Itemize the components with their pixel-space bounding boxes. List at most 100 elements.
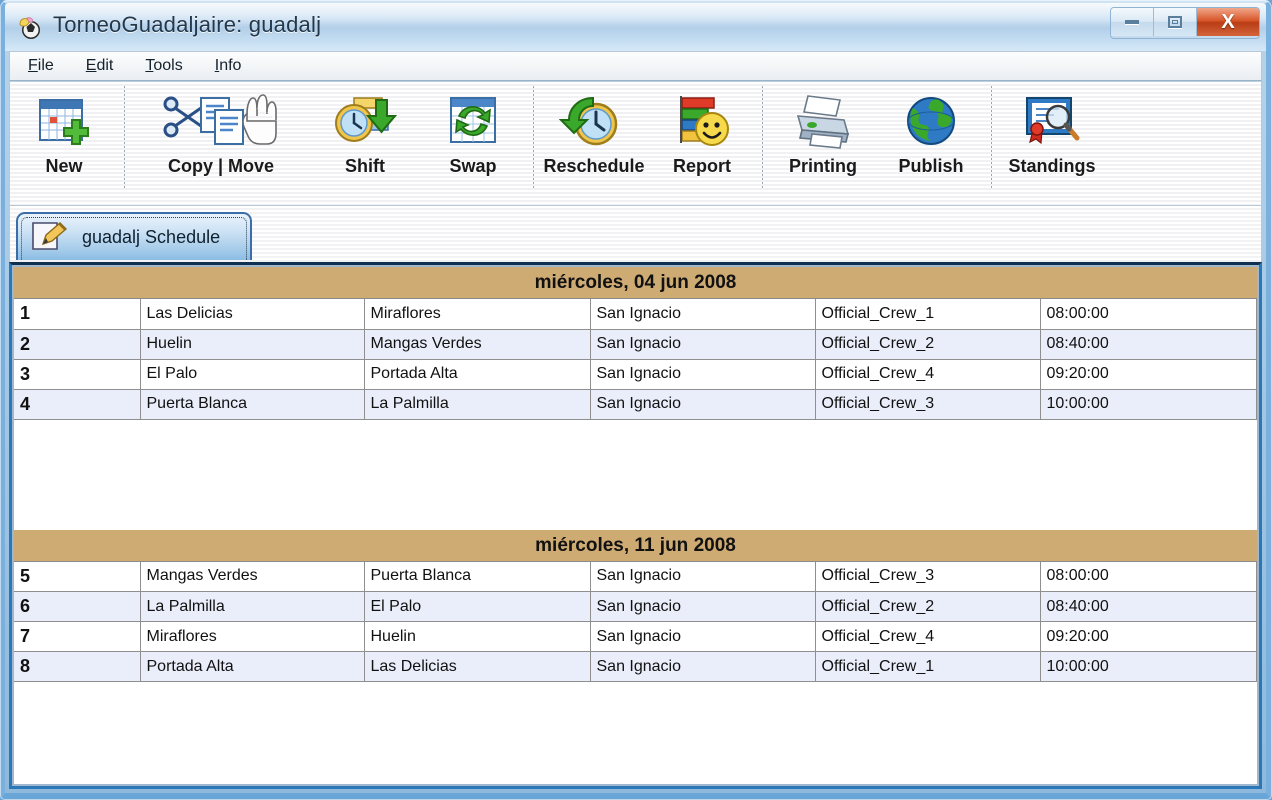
cell-home: Portada Alta [140,651,365,682]
menu-item-tools[interactable]: Tools [131,54,196,78]
toolbar-separator [762,86,763,190]
calendar-plus-icon [32,86,96,158]
cell-crew: Official_Crew_3 [815,389,1041,420]
cell-venue: San Ignacio [590,359,816,390]
cell-away: Miraflores [364,299,591,330]
cell-number: 3 [14,359,141,390]
schedule-group: miércoles, 04 jun 2008 1 Las Delicias Mi… [14,267,1257,530]
cell-crew: Official_Crew_4 [815,621,1041,652]
toolbar-separator [533,86,534,190]
cell-home: Mangas Verdes [140,561,365,592]
scissors-documents-hand-icon [161,86,281,158]
cell-crew: Official_Crew_2 [815,329,1041,360]
cell-away: La Palmilla [364,389,591,420]
cell-away: El Palo [364,591,591,622]
close-button[interactable]: X [1197,8,1259,36]
minimize-button[interactable] [1111,8,1154,36]
close-icon: X [1221,11,1235,33]
table-row[interactable]: 6 La Palmilla El Palo San Ignacio Offici… [14,591,1257,622]
toolbar-button-shift[interactable]: Shift [311,86,419,190]
window-title: TorneoGuadaljaire: guadalj [53,12,322,37]
pencil-edit-icon [30,220,70,254]
toolbar-button-standings[interactable]: Standings [998,86,1106,190]
cell-away: Puerta Blanca [364,561,591,592]
toolbar-button-printing[interactable]: Printing [769,86,877,190]
tab-strip: guadalj Schedule [9,206,1262,262]
cell-number: 1 [14,299,141,330]
cell-time: 08:40:00 [1040,591,1257,622]
table-row[interactable]: 2 Huelin Mangas Verdes San Ignacio Offic… [14,329,1257,360]
caption-buttons: X [1110,7,1260,39]
menu-item-info-rest: nfo [219,57,242,74]
menu-item-file-rest: ile [37,57,54,74]
cell-crew: Official_Crew_3 [815,561,1041,592]
minimize-icon [1125,20,1139,24]
title-bar[interactable]: TorneoGuadaljaire: guadalj X [5,3,1266,51]
cell-venue: San Ignacio [590,621,816,652]
menu-bar: File Edit Tools Info [9,51,1262,81]
cell-time: 08:00:00 [1040,299,1257,330]
schedule-table: 5 Mangas Verdes Puerta Blanca San Ignaci… [14,561,1257,682]
cell-venue: San Ignacio [590,389,816,420]
toolbar-label-publish: Publish [898,156,964,176]
cell-home: La Palmilla [140,591,365,622]
toolbar-label-shift: Shift [345,156,385,176]
menu-item-info[interactable]: Info [201,54,256,78]
table-row[interactable]: 7 Miraflores Huelin San Ignacio Official… [14,621,1257,652]
cell-home: Las Delicias [140,299,365,330]
cell-time: 08:40:00 [1040,329,1257,360]
tab-guadalj-schedule[interactable]: guadalj Schedule [16,212,252,260]
toolbar-button-new[interactable]: New [10,86,118,190]
table-row[interactable]: 3 El Palo Portada Alta San Ignacio Offic… [14,359,1257,390]
cell-time: 09:20:00 [1040,621,1257,652]
maximize-button[interactable] [1154,8,1197,36]
table-row[interactable]: 1 Las Delicias Miraflores San Ignacio Of… [14,299,1257,330]
cell-number: 4 [14,389,141,420]
cell-home: El Palo [140,359,365,390]
cell-away: Huelin [364,621,591,652]
cell-time: 08:00:00 [1040,561,1257,592]
toolbar-button-reschedule[interactable]: Reschedule [540,86,648,190]
cell-venue: San Ignacio [590,561,816,592]
toolbar-button-report[interactable]: Report [648,86,756,190]
toolbar-button-copy-move[interactable]: Copy | Move [131,86,311,190]
cell-away: Mangas Verdes [364,329,591,360]
schedule-group: miércoles, 11 jun 2008 5 Mangas Verdes P… [14,529,1257,784]
schedule-scroll-area[interactable]: miércoles, 04 jun 2008 1 Las Delicias Mi… [12,265,1259,786]
cell-home: Miraflores [140,621,365,652]
menu-item-file[interactable]: File [14,54,68,78]
toolbar-separator [991,86,992,190]
printer-icon [788,86,858,158]
table-row[interactable]: 8 Portada Alta Las Delicias San Ignacio … [14,651,1257,682]
app-ball-icon [17,15,43,41]
cell-number: 5 [14,561,141,592]
group-spacer [14,419,1257,530]
toolbar-separator [124,86,125,190]
toolbar-button-swap[interactable]: Swap [419,86,527,190]
cell-home: Huelin [140,329,365,360]
schedule-table: 1 Las Delicias Miraflores San Ignacio Of… [14,299,1257,420]
maximize-icon [1168,16,1182,28]
application-window: TorneoGuadaljaire: guadalj X File Edit T… [0,0,1272,800]
group-date-header: miércoles, 11 jun 2008 [14,529,1257,562]
toolbar-label-copy-move: Copy | Move [167,156,275,176]
toolbar-button-publish[interactable]: Publish [877,86,985,190]
table-row[interactable]: 5 Mangas Verdes Puerta Blanca San Ignaci… [14,561,1257,592]
cell-away: Las Delicias [364,651,591,682]
cell-number: 8 [14,651,141,682]
menu-item-tools-rest: ools [153,57,183,74]
toolbar-label-printing: Printing [789,156,857,176]
cell-venue: San Ignacio [590,299,816,330]
group-spacer [14,682,1257,784]
toolbar-label-standings: Standings [1008,156,1096,176]
toolbar-label-reschedule: Reschedule [543,156,645,176]
group-date-header: miércoles, 04 jun 2008 [14,267,1257,299]
cell-away: Portada Alta [364,359,591,390]
menu-item-edit[interactable]: Edit [72,54,128,78]
cell-crew: Official_Crew_1 [815,299,1041,330]
menu-item-edit-rest: dit [96,57,114,74]
toolbar-label-report: Report [673,156,731,176]
table-row[interactable]: 4 Puerta Blanca La Palmilla San Ignacio … [14,389,1257,420]
bar-chart-smiley-icon [670,86,734,158]
cell-venue: San Ignacio [590,651,816,682]
